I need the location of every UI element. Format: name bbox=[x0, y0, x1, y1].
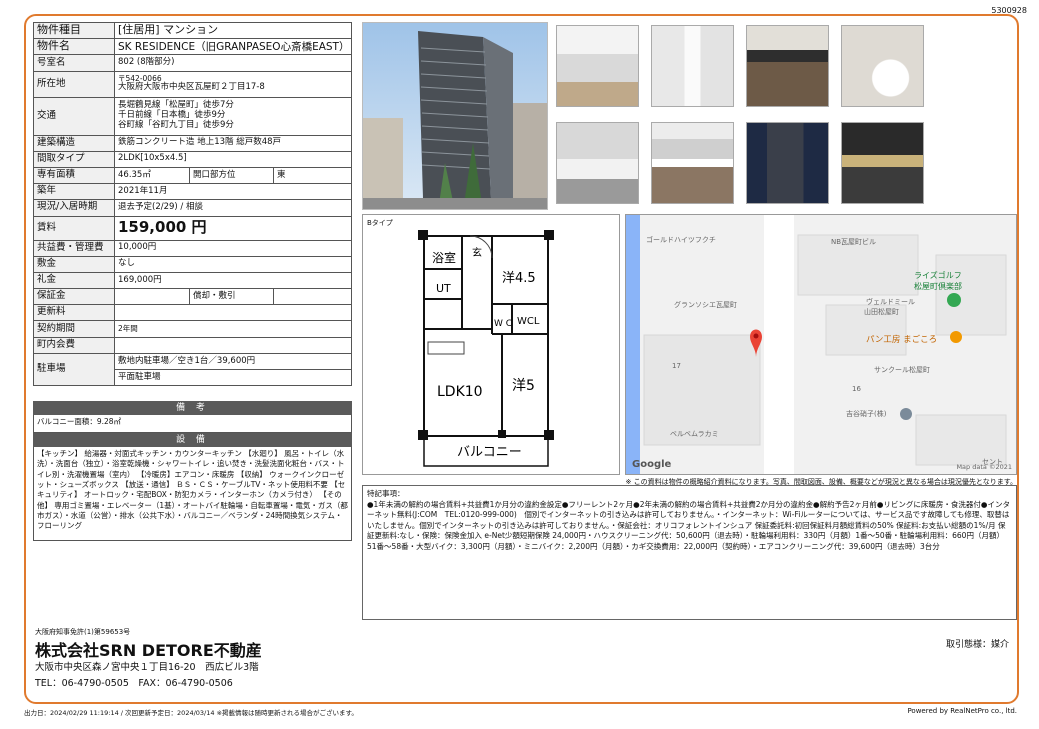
label-type: 物件種目 bbox=[33, 21, 115, 40]
room-bath: 浴室 bbox=[432, 250, 456, 265]
biko-text: バルコニー面積：9.28㎡ bbox=[33, 415, 352, 433]
label-area: 専有面積 bbox=[33, 166, 115, 185]
remarks-box: 特記事項： ●1年未満の解約の場合賃料+共益費1か月分の違約金設定●フリーレント… bbox=[362, 485, 1017, 620]
google-logo: Google bbox=[632, 459, 672, 470]
photo-western-room bbox=[648, 22, 737, 110]
value-reikin: 169,000円 bbox=[114, 271, 352, 290]
building-photo bbox=[362, 22, 548, 210]
company-name: 株式会社SRN DETORE不動産 bbox=[35, 641, 262, 660]
room-ut: UT bbox=[436, 282, 451, 295]
map-label-5: グランソシエ瓦屋町 bbox=[674, 301, 737, 309]
map-label-6: ヴェルドミール bbox=[866, 298, 915, 306]
value-address: 〒542-0066 大阪府大阪市中央区瓦屋町２丁目17-8 bbox=[114, 70, 352, 98]
floorplan-drawing: 浴室 UT 玄 洋4.5 W C WCL LDK10 洋5 バルコニー bbox=[418, 230, 554, 467]
label-layout: 間取タイプ bbox=[33, 150, 115, 168]
biko-header: 備 考 bbox=[33, 401, 352, 415]
label-reikin: 礼金 bbox=[33, 271, 115, 290]
label-direction: 開口部方位 bbox=[189, 166, 274, 185]
value-deposit bbox=[114, 288, 190, 306]
remarks-text: ●1年未満の解約の場合賃料+共益費1か月分の違約金設定●フリーレント2ヶ月●2年… bbox=[367, 499, 1010, 551]
room-western-1: 洋4.5 bbox=[502, 271, 536, 286]
label-town: 町内会費 bbox=[33, 336, 115, 354]
value-town bbox=[114, 336, 352, 354]
value-layout: 2LDK[10x5x4.5] bbox=[114, 150, 352, 168]
value-built: 2021年11月 bbox=[114, 183, 352, 201]
value-shikikin: なし bbox=[114, 255, 352, 273]
value-fee: 10,000円 bbox=[114, 239, 352, 257]
transaction-type: 取引態様：媒介 bbox=[945, 640, 1009, 650]
value-contract: 2年間 bbox=[114, 320, 352, 338]
company-license: 大阪府知事免許(1)第59653号 bbox=[35, 628, 131, 636]
room-western-2: 洋5 bbox=[512, 378, 535, 394]
map-label-9: 17 bbox=[672, 362, 681, 370]
label-status: 現況/入居時期 bbox=[33, 199, 115, 217]
value-renew bbox=[114, 304, 352, 322]
label-shokyaku: 償却・敷引 bbox=[189, 288, 274, 306]
photo-living-room bbox=[553, 22, 642, 110]
value-direction: 東 bbox=[273, 166, 352, 185]
value-area: 46.35㎡ bbox=[114, 166, 190, 185]
label-room: 号室名 bbox=[33, 54, 115, 72]
map-label-4: 松屋町倶楽部 bbox=[914, 282, 962, 291]
room-wc: W C bbox=[494, 319, 512, 329]
value-traffic: 長堀鶴見線「松屋町」徒歩7分 千日前線「日本橋」徒歩9分 谷町線「谷町九丁目」徒… bbox=[114, 96, 352, 136]
map-label-8: パン工房 まごころ bbox=[866, 335, 938, 345]
map-label-3: ライズゴルフ bbox=[914, 271, 962, 280]
traffic-line-3: 谷町線「谷町九丁目」徒歩9分 bbox=[118, 119, 234, 130]
photo-bathroom bbox=[553, 119, 642, 207]
setsubi-header: 設 備 bbox=[33, 433, 352, 447]
photo-kitchen bbox=[743, 22, 832, 110]
property-info-table: 物件種目 [住居用] マンション 物件名 SK RESIDENCE（旧GRANP… bbox=[33, 21, 352, 387]
room-balcony: バルコニー bbox=[457, 445, 522, 460]
map-label-13: ベルベムラカミ bbox=[670, 430, 719, 438]
company-tel: TEL：06-4790-0505 FAX：06-4790-0506 bbox=[35, 678, 233, 689]
label-address: 所在地 bbox=[33, 70, 115, 98]
value-rent: 159,000 円 bbox=[114, 215, 352, 241]
map-label-1: ゴールドハイツフクチ bbox=[646, 236, 716, 244]
label-built: 築年 bbox=[33, 183, 115, 201]
room-wcl: WCL bbox=[517, 316, 540, 327]
label-rent: 賃料 bbox=[33, 215, 115, 241]
value-room: 802 (8階部分) bbox=[114, 54, 352, 72]
setsubi-text: 【キッチン】 給湯器・対面式キッチン・カウンターキッチン 【水廻り】 風呂・トイ… bbox=[33, 447, 352, 541]
value-structure: 鉄筋コンクリート造 地上13階 総戸数48戸 bbox=[114, 134, 352, 152]
remarks-title: 特記事項： bbox=[367, 489, 405, 498]
photo-entrance bbox=[838, 119, 927, 207]
label-traffic: 交通 bbox=[33, 96, 115, 136]
value-parking-1: 敷地内駐車場／空き1台／39,600円 bbox=[114, 352, 352, 371]
value-status: 退去予定(2/29) / 相談 bbox=[114, 199, 352, 217]
photo-washroom bbox=[648, 119, 737, 207]
address-text: 大阪府大阪市中央区瓦屋町２丁目17-8 bbox=[118, 82, 265, 93]
value-type: [住居用] マンション bbox=[114, 21, 352, 40]
photo-toilet bbox=[838, 22, 927, 110]
map-label-12: 吉谷硝子(株) bbox=[846, 410, 887, 418]
room-ldk: LDK10 bbox=[437, 384, 483, 400]
label-structure: 建築構造 bbox=[33, 134, 115, 152]
room-genkan: 玄 bbox=[472, 246, 482, 259]
value-shokyaku bbox=[273, 288, 352, 306]
label-deposit: 保証金 bbox=[33, 288, 115, 306]
footer-powered-by: Powered by RealNetPro co., ltd. bbox=[907, 707, 1017, 715]
map-label-2: NB瓦屋町ビル bbox=[831, 238, 877, 246]
map-panel[interactable]: ゴールドハイツフクチ NB瓦屋町ビル ライズゴルフ 松屋町倶楽部 グランソシエ瓦… bbox=[625, 214, 1017, 475]
value-parking-2: 平面駐車場 bbox=[114, 368, 352, 387]
map-label-10: サンクール松屋町 bbox=[874, 366, 930, 374]
value-name: SK RESIDENCE（旧GRANPASEO心斎橋EAST） bbox=[114, 38, 352, 56]
company-address: 大阪市中央区森ノ宮中央１丁目16-20 西広ビル3階 bbox=[35, 662, 259, 673]
label-shikikin: 敷金 bbox=[33, 255, 115, 273]
label-contract: 契約期間 bbox=[33, 320, 115, 338]
label-renew: 更新料 bbox=[33, 304, 115, 322]
map-credit: Map data ©2021 bbox=[956, 463, 1012, 471]
footer-output-date: 出力日：2024/02/29 11:19:14 / 次回更新予定日：2024/0… bbox=[24, 709, 358, 717]
label-parking: 駐車場 bbox=[33, 352, 115, 387]
photo-building-night bbox=[743, 119, 832, 207]
map-label-11: 16 bbox=[852, 385, 861, 393]
map-label-7: 山田松屋町 bbox=[864, 308, 899, 316]
label-fee: 共益費・管理費 bbox=[33, 239, 115, 257]
label-name: 物件名 bbox=[33, 38, 115, 56]
